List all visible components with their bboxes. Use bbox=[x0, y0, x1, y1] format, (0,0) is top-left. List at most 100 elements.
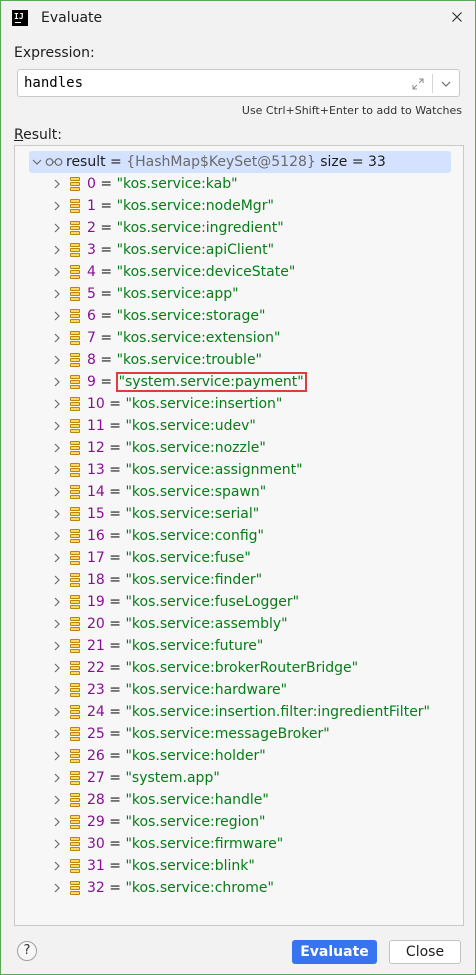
tree-item-row[interactable]: 32 = "kos.service:chrome" bbox=[49, 877, 274, 899]
chevron-right-icon[interactable] bbox=[49, 176, 65, 192]
close-button[interactable]: Close bbox=[389, 940, 461, 964]
item-value: "kos.service:storage" bbox=[116, 308, 266, 324]
field-stack-icon bbox=[69, 419, 81, 433]
chevron-right-icon[interactable] bbox=[49, 814, 65, 830]
tree-item-row[interactable]: 23 = "kos.service:hardware" bbox=[49, 679, 287, 701]
root-name: result bbox=[66, 154, 106, 170]
expand-editor-icon[interactable] bbox=[411, 76, 425, 90]
help-button[interactable]: ? bbox=[17, 941, 37, 961]
chevron-right-icon[interactable] bbox=[49, 308, 65, 324]
tree-item-row[interactable]: 3 = "kos.service:apiClient" bbox=[49, 239, 274, 261]
chevron-right-icon[interactable] bbox=[49, 220, 65, 236]
chevron-right-icon[interactable] bbox=[49, 352, 65, 368]
chevron-right-icon[interactable] bbox=[49, 792, 65, 808]
tree-item-row[interactable]: 20 = "kos.service:assembly" bbox=[49, 613, 288, 635]
tree-item-row[interactable]: 24 = "kos.service:insertion.filter:ingre… bbox=[49, 701, 430, 723]
tree-item-row[interactable]: 22 = "kos.service:brokerRouterBridge" bbox=[49, 657, 358, 679]
tree-item-row[interactable]: 17 = "kos.service:fuse" bbox=[49, 547, 251, 569]
chevron-right-icon[interactable] bbox=[49, 704, 65, 720]
tree-item-row[interactable]: 28 = "kos.service:handle" bbox=[49, 789, 269, 811]
chevron-right-icon[interactable] bbox=[49, 484, 65, 500]
item-index: 14 bbox=[87, 484, 105, 500]
item-value: "kos.service:deviceState" bbox=[116, 264, 296, 280]
chevron-right-icon[interactable] bbox=[49, 594, 65, 610]
history-dropdown-icon[interactable] bbox=[439, 76, 453, 90]
tree-item-row[interactable]: 29 = "kos.service:region" bbox=[49, 811, 265, 833]
tree-item-row[interactable]: 7 = "kos.service:extension" bbox=[49, 327, 280, 349]
chevron-right-icon[interactable] bbox=[49, 726, 65, 742]
chevron-right-icon[interactable] bbox=[49, 374, 65, 390]
chevron-right-icon[interactable] bbox=[49, 396, 65, 412]
chevron-right-icon[interactable] bbox=[49, 462, 65, 478]
field-stack-icon bbox=[69, 177, 81, 191]
item-value: "kos.service:brokerRouterBridge" bbox=[125, 660, 359, 676]
chevron-right-icon[interactable] bbox=[49, 330, 65, 346]
tree-item-row[interactable]: 30 = "kos.service:firmware" bbox=[49, 833, 283, 855]
tree-item-row[interactable]: 21 = "kos.service:future" bbox=[49, 635, 263, 657]
tree-item-row[interactable]: 5 = "kos.service:app" bbox=[49, 283, 239, 305]
expression-input[interactable]: handles bbox=[17, 69, 460, 97]
chevron-right-icon[interactable] bbox=[49, 682, 65, 698]
tree-item-row[interactable]: 13 = "kos.service:assignment" bbox=[49, 459, 303, 481]
chevron-right-icon[interactable] bbox=[49, 660, 65, 676]
chevron-right-icon[interactable] bbox=[49, 572, 65, 588]
tree-item-row[interactable]: 4 = "kos.service:deviceState" bbox=[49, 261, 295, 283]
tree-item-row[interactable]: 26 = "kos.service:holder" bbox=[49, 745, 266, 767]
tree-item-row[interactable]: 8 = "kos.service:trouble" bbox=[49, 349, 262, 371]
chevron-right-icon[interactable] bbox=[49, 836, 65, 852]
item-equals: = bbox=[104, 484, 126, 500]
item-value: "kos.service:nodeMgr" bbox=[116, 198, 274, 214]
close-window-icon[interactable] bbox=[449, 9, 465, 25]
item-index: 23 bbox=[87, 682, 105, 698]
tree-item-row[interactable]: 16 = "kos.service:config" bbox=[49, 525, 264, 547]
item-equals: = bbox=[104, 572, 126, 588]
item-equals: = bbox=[95, 330, 117, 346]
result-label: Result: bbox=[14, 127, 62, 143]
tree-item-row[interactable]: 31 = "kos.service:blink" bbox=[49, 855, 255, 877]
tree-item-row[interactable]: 25 = "kos.service:messageBroker" bbox=[49, 723, 330, 745]
item-value: "system.app" bbox=[125, 770, 220, 786]
chevron-right-icon[interactable] bbox=[49, 528, 65, 544]
item-value: "kos.service:insertion.filter:ingredient… bbox=[125, 704, 430, 720]
chevron-right-icon[interactable] bbox=[49, 506, 65, 522]
expression-value[interactable]: handles bbox=[24, 75, 83, 91]
chevron-right-icon[interactable] bbox=[49, 286, 65, 302]
root-type: {HashMap$KeySet@5128} bbox=[126, 154, 316, 170]
chevron-right-icon[interactable] bbox=[49, 440, 65, 456]
chevron-right-icon[interactable] bbox=[49, 638, 65, 654]
tree-root-row[interactable]: result = {HashMap$KeySet@5128} size = 33 bbox=[29, 151, 451, 173]
tree-item-row[interactable]: 1 = "kos.service:nodeMgr" bbox=[49, 195, 274, 217]
result-tree[interactable]: result = {HashMap$KeySet@5128} size = 33… bbox=[14, 145, 464, 926]
chevron-right-icon[interactable] bbox=[49, 550, 65, 566]
chevron-right-icon[interactable] bbox=[49, 770, 65, 786]
intellij-app-icon: IJ bbox=[12, 10, 28, 26]
tree-item-row[interactable]: 10 = "kos.service:insertion" bbox=[49, 393, 282, 415]
chevron-right-icon[interactable] bbox=[49, 418, 65, 434]
result-label-mnemonic: R bbox=[14, 127, 24, 143]
tree-item-row[interactable]: 9 = "system.service:payment" bbox=[49, 371, 307, 393]
item-index: 31 bbox=[87, 858, 105, 874]
tree-item-row[interactable]: 15 = "kos.service:serial" bbox=[49, 503, 259, 525]
window-title: Evaluate bbox=[41, 10, 103, 26]
tree-item-row[interactable]: 19 = "kos.service:fuseLogger" bbox=[49, 591, 299, 613]
tree-item-row[interactable]: 18 = "kos.service:finder" bbox=[49, 569, 262, 591]
tree-item-row[interactable]: 27 = "system.app" bbox=[49, 767, 220, 789]
tree-item-row[interactable]: 14 = "kos.service:spawn" bbox=[49, 481, 266, 503]
chevron-right-icon[interactable] bbox=[49, 858, 65, 874]
tree-item-row[interactable]: 12 = "kos.service:nozzle" bbox=[49, 437, 266, 459]
field-stack-icon bbox=[69, 243, 81, 257]
tree-item-row[interactable]: 11 = "kos.service:udev" bbox=[49, 415, 256, 437]
tree-item-row[interactable]: 2 = "kos.service:ingredient" bbox=[49, 217, 284, 239]
tree-item-row[interactable]: 6 = "kos.service:storage" bbox=[49, 305, 265, 327]
chevron-right-icon[interactable] bbox=[49, 242, 65, 258]
chevron-right-icon[interactable] bbox=[49, 198, 65, 214]
tree-item-row[interactable]: 0 = "kos.service:kab" bbox=[49, 173, 238, 195]
chevron-right-icon[interactable] bbox=[49, 264, 65, 280]
chevron-right-icon[interactable] bbox=[49, 748, 65, 764]
evaluate-button[interactable]: Evaluate bbox=[292, 940, 377, 964]
field-stack-icon bbox=[69, 463, 81, 477]
chevron-right-icon[interactable] bbox=[49, 616, 65, 632]
chevron-right-icon[interactable] bbox=[49, 880, 65, 896]
item-index: 13 bbox=[87, 462, 105, 478]
chevron-down-icon[interactable] bbox=[29, 154, 45, 170]
